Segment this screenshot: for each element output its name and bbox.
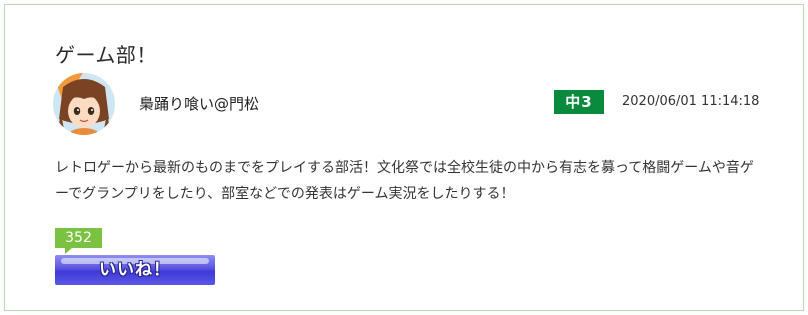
post-card: ゲーム部！ 梟踊り喰い@門松 中3 2020/06/01 11:14:18 レト… bbox=[4, 4, 804, 311]
like-button[interactable]: いいね！ bbox=[55, 255, 215, 285]
post-datetime: 2020/06/01 11:14:18 bbox=[622, 94, 760, 109]
like-count-badge: 352 bbox=[55, 228, 102, 254]
girl-avatar-icon bbox=[53, 73, 115, 135]
like-button-label: いいね！ bbox=[99, 260, 171, 280]
post-description: レトロゲーから最新のものまでをプレイする部活！文化祭では全校生徒の中から有志を募… bbox=[55, 160, 754, 202]
avatar[interactable] bbox=[53, 73, 115, 135]
author-name[interactable]: 梟踊り喰い@門松 bbox=[139, 93, 259, 114]
post-title: ゲーム部！ bbox=[55, 43, 157, 67]
grade-badge: 中3 bbox=[554, 90, 604, 114]
